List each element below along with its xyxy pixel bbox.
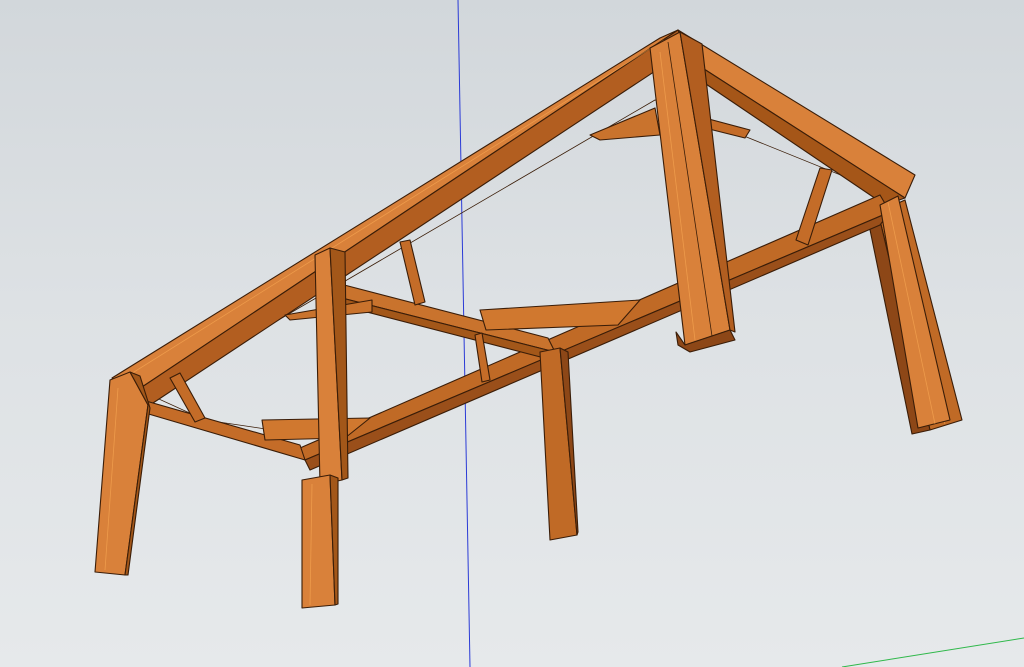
table-leg-front-center[interactable]: [301, 474, 339, 609]
apron-long-back[interactable]: [111, 29, 691, 406]
table-leg-middle[interactable]: [539, 347, 579, 541]
3d-scene[interactable]: [0, 0, 1024, 667]
center-post-upper[interactable]: [314, 247, 349, 486]
modeling-viewport[interactable]: [0, 0, 1024, 667]
brace-center-left: [399, 239, 426, 306]
table-leg-front-left[interactable]: [94, 371, 151, 576]
green-axis-line: [841, 637, 1024, 667]
